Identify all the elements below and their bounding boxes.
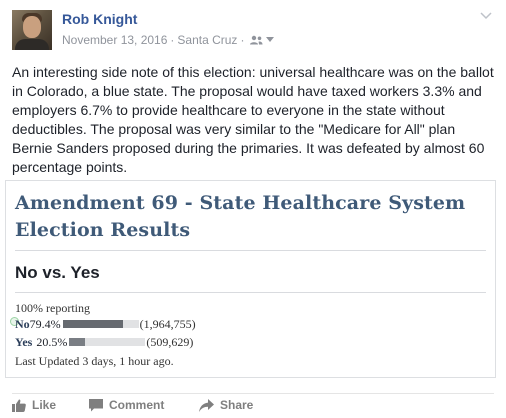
card-title: Amendment 69 - State Healthcare System E… (15, 192, 466, 241)
result-choice: No (15, 316, 30, 331)
result-percent: 79.4% (29, 316, 61, 331)
comment-label: Comment (109, 398, 165, 412)
post-actions: Like Comment Share (12, 393, 494, 414)
share-arrow-icon (199, 398, 214, 412)
author-name[interactable]: Rob Knight (62, 11, 137, 27)
meta-separator: · (170, 33, 175, 47)
election-results-card[interactable]: Amendment 69 - State Healthcare System E… (5, 180, 496, 378)
result-row-yes: Yes 20.5% (509,629) (15, 334, 193, 350)
friends-icon[interactable] (249, 35, 263, 45)
result-bar-fill (62, 320, 124, 328)
facebook-post: Rob Knight November 13, 2016 · Santa Cru… (0, 0, 506, 418)
comment-button[interactable]: Comment (89, 398, 164, 412)
post-date[interactable]: November 13, 2016 (62, 33, 167, 47)
card-divider (15, 250, 486, 251)
like-label: Like (32, 398, 57, 412)
post-body: An interesting side note of this electio… (12, 64, 494, 175)
comment-bubble-icon (89, 398, 103, 411)
result-votes: (509,629) (146, 334, 194, 349)
card-subtitle: No vs. Yes (15, 263, 100, 282)
chevron-down-icon[interactable] (480, 12, 492, 20)
result-choice: Yes (15, 334, 33, 349)
result-bar (62, 320, 139, 328)
result-bar-fill (69, 338, 85, 346)
share-button[interactable]: Share (199, 398, 253, 412)
result-votes: (1,964,755) (139, 316, 196, 331)
meta-separator: · (240, 33, 245, 47)
card-divider (15, 292, 486, 293)
like-button[interactable]: Like (12, 398, 56, 412)
avatar-face (23, 16, 41, 38)
post-header: Rob Knight November 13, 2016 · Santa Cru… (12, 10, 494, 50)
avatar[interactable] (12, 10, 52, 50)
result-percent: 20.5% (36, 334, 68, 349)
reporting-status: 100% reporting (15, 301, 90, 315)
avatar-shirt (15, 39, 49, 50)
result-bar (69, 338, 146, 346)
thumbs-up-icon (12, 399, 26, 412)
last-updated: Last Updated 3 days, 1 hour ago. (15, 354, 174, 368)
post-location[interactable]: Santa Cruz (177, 33, 237, 47)
share-label: Share (220, 398, 254, 412)
post-meta: November 13, 2016 · Santa Cruz · (62, 33, 275, 47)
result-row-no: No 79.4% (1,964,755) (15, 316, 196, 332)
caret-down-icon[interactable] (266, 37, 275, 43)
